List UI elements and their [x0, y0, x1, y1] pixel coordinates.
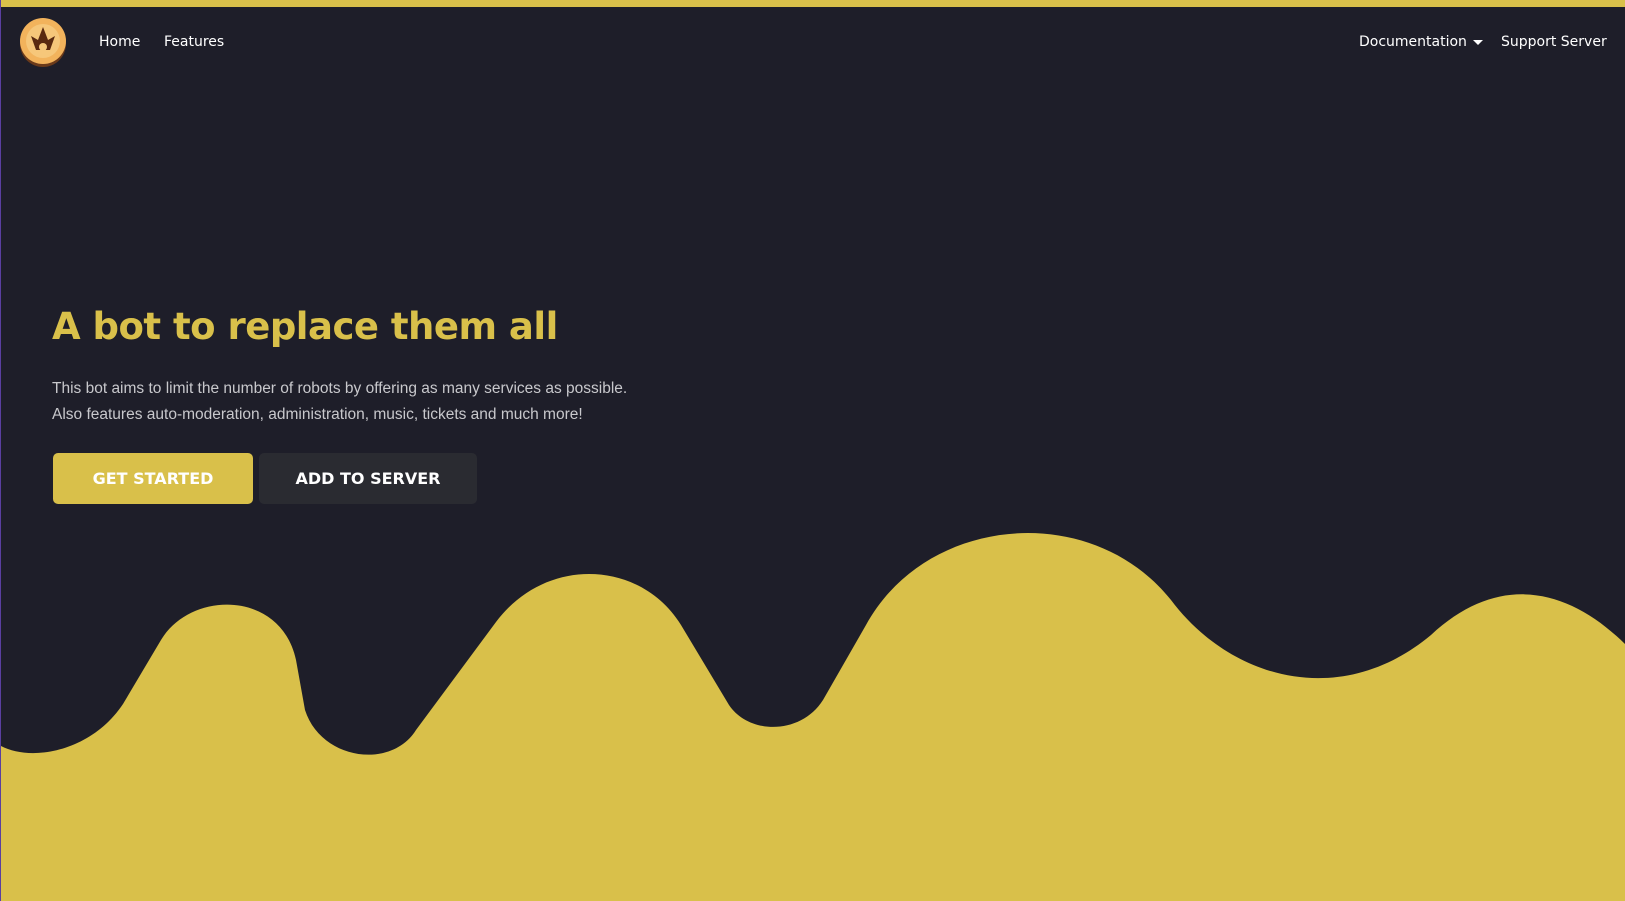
- wave-decoration: [1, 533, 1625, 901]
- bot-logo-icon[interactable]: [17, 16, 69, 68]
- top-accent-strip: [1, 0, 1625, 7]
- hero-title: A bot to replace them all: [52, 305, 558, 348]
- nav-home-link[interactable]: Home: [99, 34, 140, 50]
- nav-documentation-dropdown[interactable]: Documentation: [1359, 34, 1483, 50]
- navbar: Home Features Documentation Support Serv…: [1, 7, 1625, 77]
- add-to-server-button[interactable]: ADD TO SERVER: [259, 453, 477, 504]
- hero-description: This bot aims to limit the number of rob…: [52, 376, 627, 428]
- page: Home Features Documentation Support Serv…: [0, 0, 1625, 901]
- get-started-button[interactable]: GET STARTED: [53, 453, 253, 504]
- nav-documentation-label: Documentation: [1359, 34, 1467, 50]
- hero-description-line-1: This bot aims to limit the number of rob…: [52, 380, 628, 397]
- hero-description-line-2: Also features auto-moderation, administr…: [52, 406, 583, 423]
- nav-features-link[interactable]: Features: [164, 34, 224, 50]
- nav-support-server-link[interactable]: Support Server: [1501, 34, 1607, 50]
- chevron-down-icon: [1472, 39, 1483, 45]
